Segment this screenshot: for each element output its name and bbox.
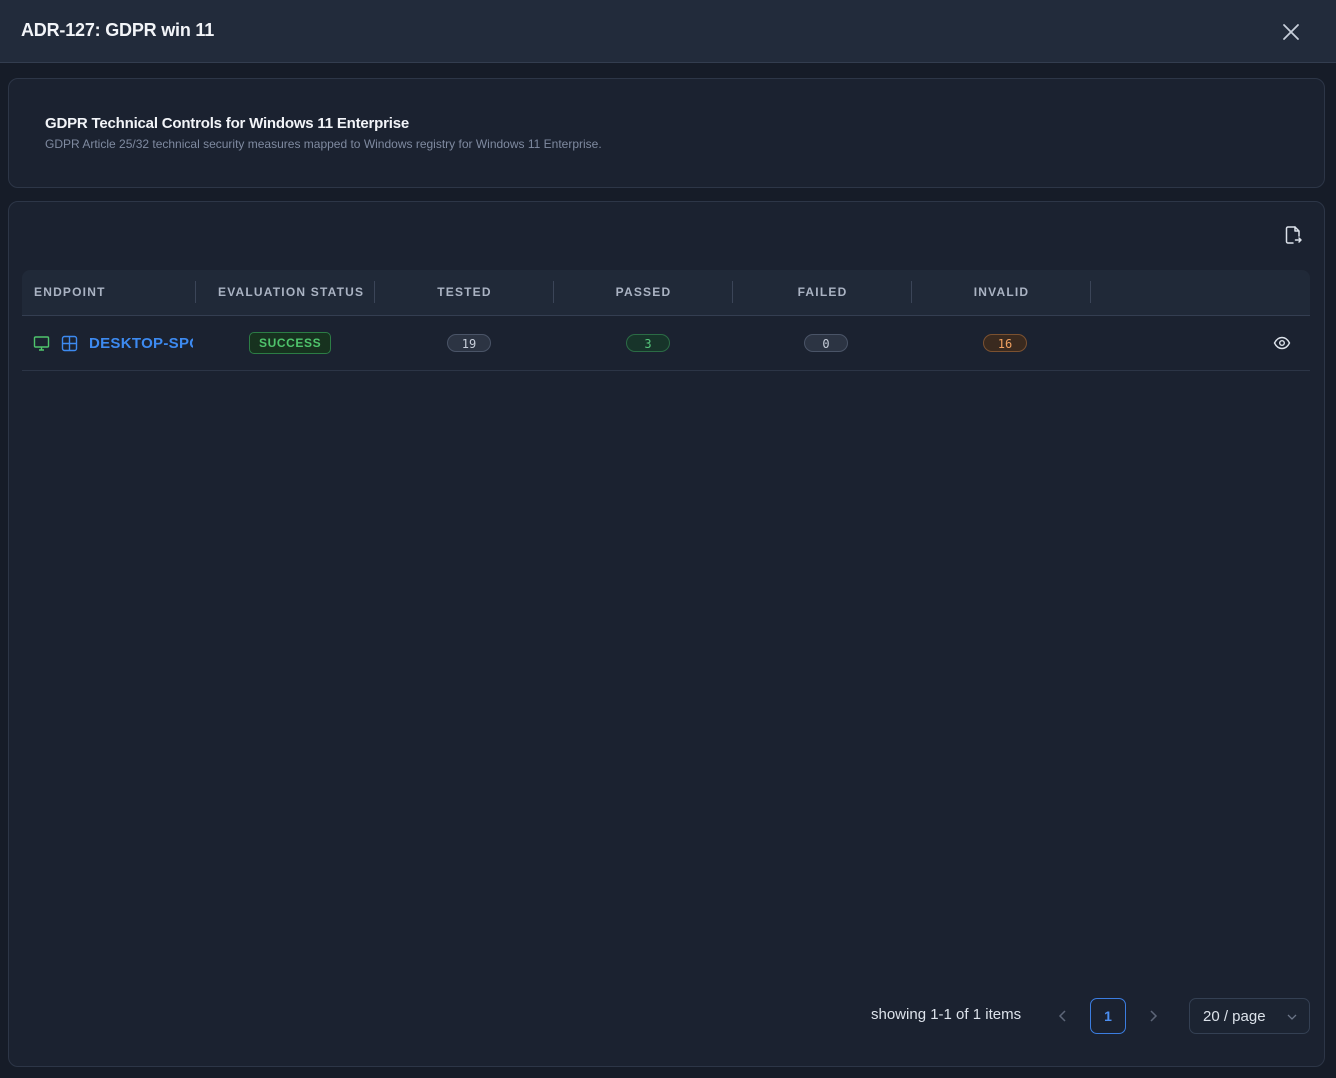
results-table: ENDPOINT EVALUATION STATUS TESTED PASSED…: [22, 270, 1310, 371]
invalid-cell: 16: [983, 316, 1027, 370]
page-number-button[interactable]: 1: [1090, 998, 1126, 1034]
passed-count-badge: 3: [626, 334, 670, 352]
chevron-right-icon[interactable]: [1145, 1008, 1161, 1024]
chevron-left-icon[interactable]: [1055, 1008, 1071, 1024]
failed-cell: 0: [804, 316, 848, 370]
close-icon[interactable]: [1280, 21, 1302, 43]
policy-title: GDPR Technical Controls for Windows 11 E…: [45, 115, 410, 132]
tested-cell: 19: [447, 316, 491, 370]
column-header-invalid[interactable]: INVALID: [912, 270, 1091, 315]
pagination-summary: showing 1-1 of 1 items: [871, 1006, 1022, 1023]
column-resize-handle[interactable]: [195, 281, 196, 303]
view-action-cell: [1273, 316, 1291, 370]
passed-cell: 3: [626, 316, 670, 370]
table-row[interactable]: DESKTOP-SPQ SUCCESS 19 3 0 16: [22, 316, 1310, 371]
eye-icon[interactable]: [1273, 334, 1291, 352]
evaluation-status-cell: SUCCESS: [249, 316, 332, 370]
column-header-passed[interactable]: PASSED: [554, 270, 733, 315]
failed-count-badge: 0: [804, 334, 848, 352]
file-export-icon[interactable]: [1282, 224, 1304, 246]
column-header-evaluation-status[interactable]: EVALUATION STATUS: [218, 270, 364, 315]
desktop-icon: [33, 335, 50, 352]
endpoint-link[interactable]: DESKTOP-SPQ: [89, 335, 193, 352]
modal-title: ADR-127: GDPR win 11: [21, 20, 215, 40]
table-header: ENDPOINT EVALUATION STATUS TESTED PASSED…: [22, 270, 1310, 316]
results-card: ENDPOINT EVALUATION STATUS TESTED PASSED…: [8, 201, 1325, 1067]
column-header-failed[interactable]: FAILED: [733, 270, 912, 315]
chevron-down-icon: [1286, 1010, 1298, 1022]
status-badge: SUCCESS: [249, 332, 332, 354]
endpoint-cell: DESKTOP-SPQ: [33, 316, 193, 370]
column-header-tested[interactable]: TESTED: [375, 270, 554, 315]
invalid-count-badge: 16: [983, 334, 1027, 352]
page-size-select[interactable]: 20 / page: [1189, 998, 1310, 1034]
policy-description: GDPR Article 25/32 technical security me…: [45, 137, 602, 151]
tested-count-badge: 19: [447, 334, 491, 352]
page-size-value: 20 / page: [1203, 1008, 1266, 1025]
windows-icon: [61, 335, 78, 352]
column-resize-handle[interactable]: [1090, 281, 1091, 303]
modal-header: ADR-127: GDPR win 11: [0, 0, 1336, 63]
policy-info-card: GDPR Technical Controls for Windows 11 E…: [8, 78, 1325, 188]
column-header-endpoint[interactable]: ENDPOINT: [34, 270, 106, 315]
